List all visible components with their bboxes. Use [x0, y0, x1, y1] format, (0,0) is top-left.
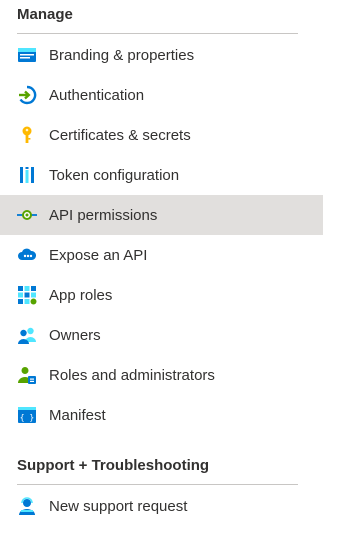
menu-item-label: Roles and administrators	[49, 366, 215, 384]
menu-item-api-permissions[interactable]: API permissions	[0, 195, 323, 235]
menu-item-certificates-secrets[interactable]: Certificates & secrets	[0, 115, 323, 155]
menu-item-label: Token configuration	[49, 166, 180, 184]
section-divider	[17, 33, 298, 34]
menu-item-new-support-request[interactable]: New support request	[0, 486, 323, 526]
menu-item-label: Certificates & secrets	[49, 126, 191, 144]
section-title-support: Support + Troubleshooting	[17, 457, 210, 474]
menu-item-manifest[interactable]: { } Manifest	[0, 395, 323, 435]
support-agent-icon	[17, 496, 37, 516]
menu-item-label: Branding & properties	[49, 46, 195, 64]
menu-item-label: App roles	[49, 286, 113, 304]
menu-item-label: API permissions	[49, 206, 158, 224]
menu-item-token-configuration[interactable]: Token configuration	[0, 155, 323, 195]
token-bars-icon	[17, 165, 37, 185]
svg-text:{ }: { }	[20, 413, 34, 422]
app-roles-grid-icon	[17, 285, 37, 305]
section-divider	[17, 484, 298, 485]
roles-admin-icon	[17, 365, 37, 385]
menu-item-label: Manifest	[49, 406, 106, 424]
owners-icon	[17, 325, 37, 345]
navigation-menu: Manage Branding & properties Authenticat…	[0, 0, 339, 534]
section-title-manage: Manage	[17, 6, 73, 23]
menu-item-roles-administrators[interactable]: Roles and administrators	[0, 355, 323, 395]
key-icon	[17, 125, 37, 145]
menu-item-expose-api[interactable]: Expose an API	[0, 235, 323, 275]
menu-item-label: Owners	[49, 326, 101, 344]
menu-item-label: Authentication	[49, 86, 145, 104]
menu-item-label: New support request	[49, 497, 188, 515]
menu-item-branding-properties[interactable]: Branding & properties	[0, 35, 323, 75]
authentication-icon	[17, 85, 37, 105]
menu-item-label: Expose an API	[49, 246, 148, 264]
manifest-icon: { }	[17, 405, 37, 425]
menu-item-owners[interactable]: Owners	[0, 315, 323, 355]
branding-icon	[17, 45, 37, 65]
menu-item-app-roles[interactable]: App roles	[0, 275, 323, 315]
cloud-api-icon	[17, 245, 37, 265]
menu-item-authentication[interactable]: Authentication	[0, 75, 323, 115]
api-permissions-icon	[17, 205, 37, 225]
